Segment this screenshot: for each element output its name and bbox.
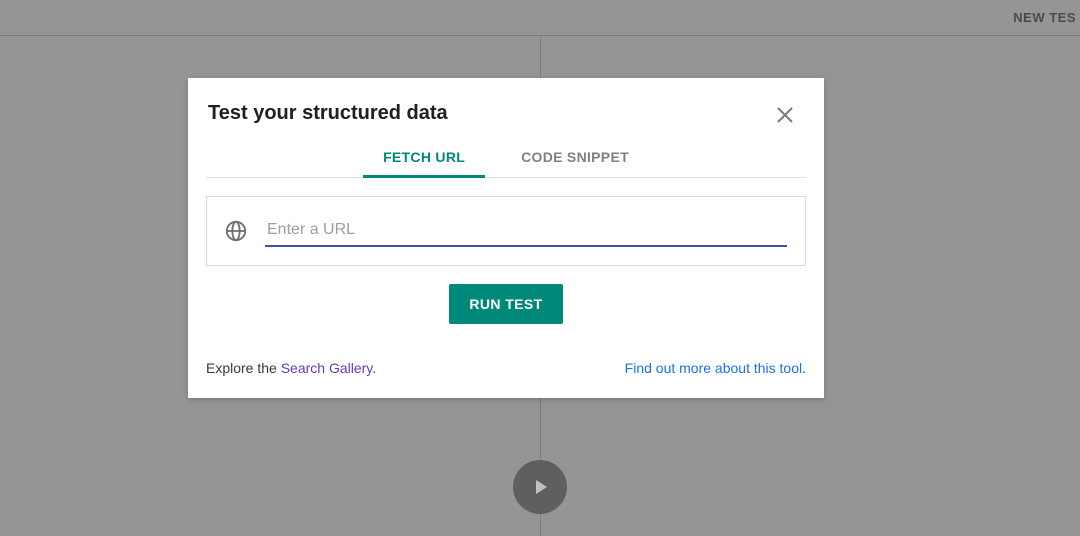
explore-suffix: . — [372, 360, 376, 376]
close-icon — [776, 106, 794, 124]
tab-fetch-url[interactable]: FETCH URL — [383, 145, 465, 177]
learn-more-suffix: . — [802, 360, 806, 376]
explore-text: Explore the Search Gallery. — [206, 360, 376, 376]
structured-data-modal: Test your structured data FETCH URL CODE… — [188, 78, 824, 398]
url-input-container — [206, 196, 806, 266]
modal-header: Test your structured data — [188, 78, 824, 145]
play-icon — [536, 480, 547, 494]
run-row: RUN TEST — [188, 266, 824, 360]
learn-more-link[interactable]: Find out more about this tool — [625, 360, 802, 376]
tabs: FETCH URL CODE SNIPPET — [206, 145, 806, 178]
search-gallery-link[interactable]: Search Gallery — [281, 360, 373, 376]
modal-title: Test your structured data — [208, 102, 804, 125]
modal-footer: Explore the Search Gallery. Find out mor… — [188, 360, 824, 398]
play-button[interactable] — [513, 460, 567, 514]
tab-code-snippet[interactable]: CODE SNIPPET — [521, 145, 629, 177]
url-input[interactable] — [265, 215, 787, 247]
run-test-button[interactable]: RUN TEST — [449, 284, 562, 324]
top-bar: NEW TES — [0, 0, 1080, 36]
new-test-label[interactable]: NEW TES — [1013, 10, 1080, 25]
globe-icon — [225, 220, 247, 242]
learn-more-text: Find out more about this tool. — [625, 360, 806, 376]
explore-prefix: Explore the — [206, 360, 281, 376]
close-button[interactable] — [774, 104, 796, 126]
